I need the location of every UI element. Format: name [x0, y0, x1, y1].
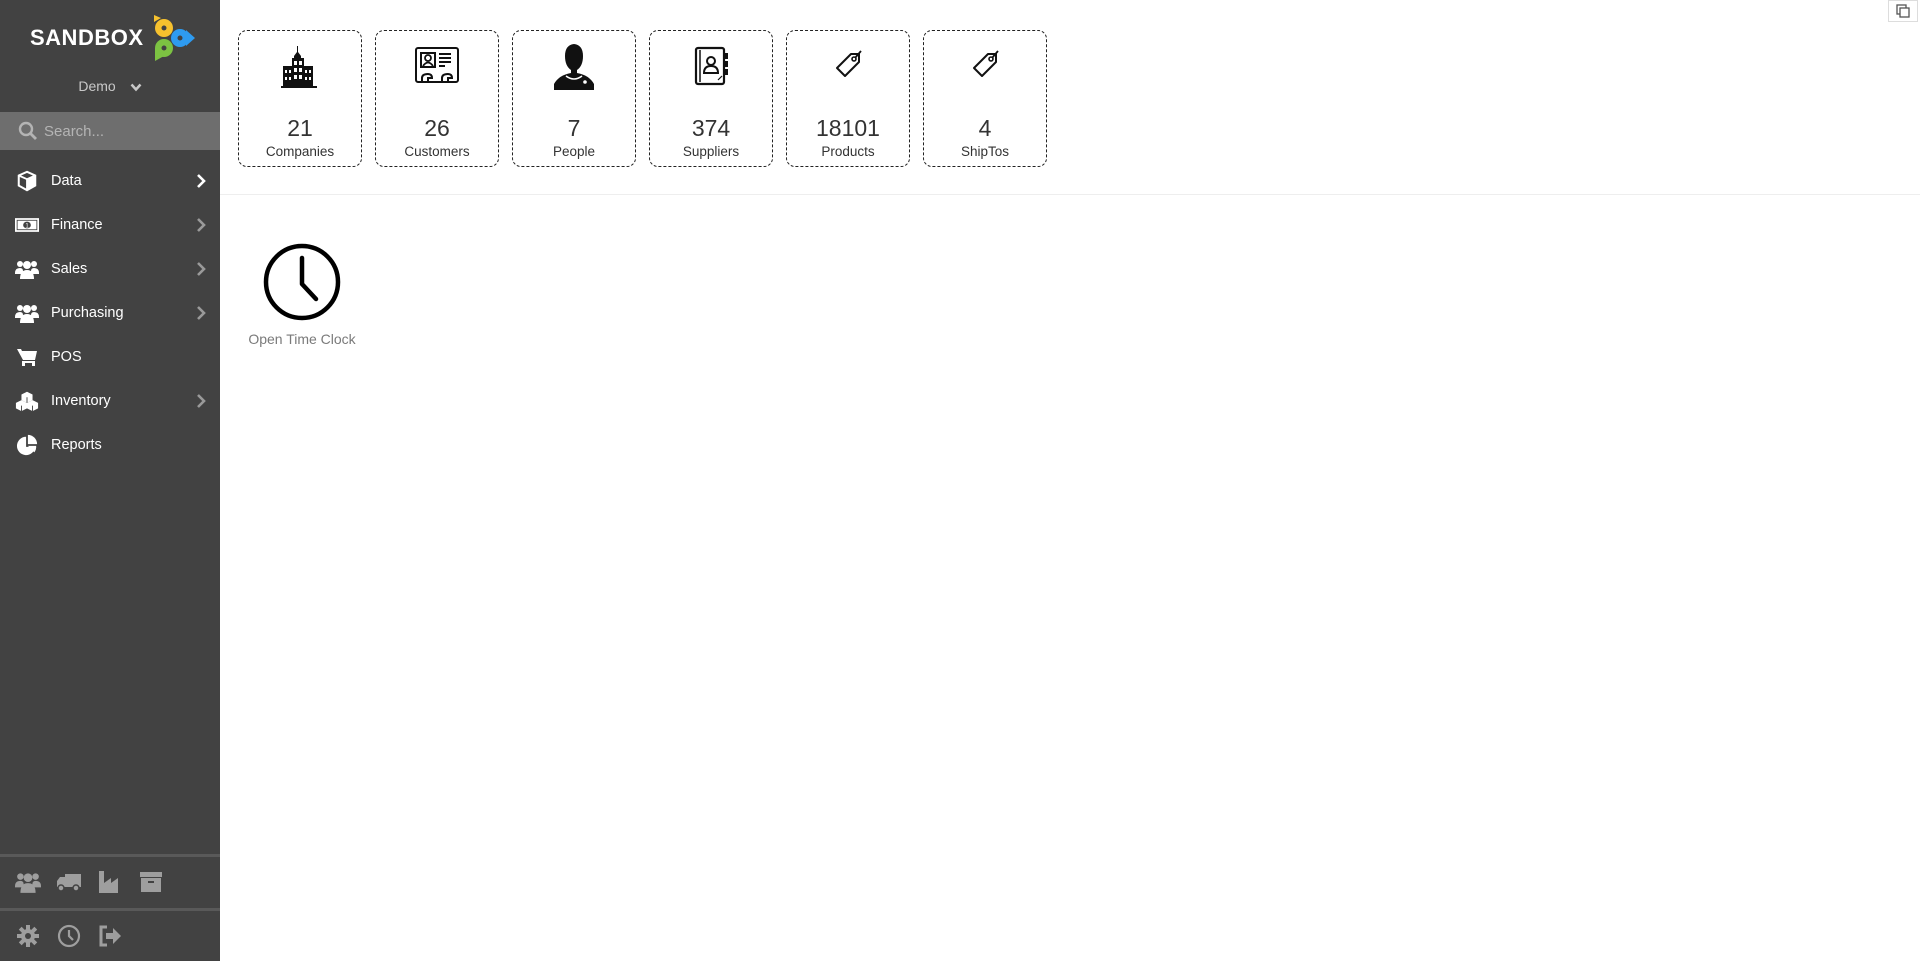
stat-label: Suppliers [682, 144, 740, 159]
cube-icon [17, 170, 37, 192]
truck-icon [57, 874, 81, 892]
restore-window-button[interactable] [1888, 0, 1918, 22]
sidebar: SANDBOX Demo Data 1 Finance [0, 0, 220, 961]
stat-card-shiptos[interactable]: 4 ShipTos [923, 30, 1047, 167]
stat-card-products[interactable]: 18101 Products [786, 30, 910, 167]
sidebar-item-label: Purchasing [51, 305, 124, 321]
clock-icon [263, 243, 341, 321]
sidebar-item-inventory[interactable]: Inventory [0, 379, 220, 423]
users-icon [15, 261, 39, 279]
sidebar-item-sales[interactable]: Sales [0, 247, 220, 291]
tenant-selector[interactable]: Demo [0, 78, 220, 94]
chevron-right-icon [197, 218, 206, 232]
stat-value: 21 [287, 115, 313, 141]
stat-card-suppliers[interactable]: 374 Suppliers [649, 30, 773, 167]
chevron-right-icon [197, 174, 206, 188]
boxes-icon [15, 391, 39, 412]
stat-value: 18101 [816, 115, 880, 141]
gear-icon [17, 925, 39, 947]
sign-out-button[interactable] [96, 923, 124, 949]
stat-value: 374 [691, 115, 731, 141]
stat-card-companies[interactable]: 21 Companies [238, 30, 362, 167]
main-content: 21 Companies 26 Customers 7 People 374 S… [220, 0, 1920, 961]
stat-label: People [552, 144, 596, 159]
clock-icon [57, 924, 81, 948]
stat-card-customers[interactable]: 26 Customers [375, 30, 499, 167]
factory-icon [99, 871, 118, 893]
cart-icon [17, 349, 37, 366]
address-book-icon [694, 46, 728, 86]
quick-link-truck[interactable] [55, 869, 83, 895]
chevron-right-icon [197, 394, 206, 408]
users-icon [15, 873, 41, 893]
stat-label: Customers [404, 144, 470, 159]
sidebar-item-label: Sales [51, 261, 88, 277]
stat-label: Products [821, 144, 875, 159]
logo-gears-icon [153, 15, 195, 61]
tenant-name: Demo [78, 78, 116, 94]
stat-value: 4 [978, 115, 992, 141]
person-icon [554, 44, 594, 90]
time-clock-button[interactable] [55, 923, 83, 949]
users-icon [15, 305, 39, 323]
sidebar-item-finance[interactable]: 1 Finance [0, 203, 220, 247]
settings-button[interactable] [14, 923, 42, 949]
stat-label: ShipTos [960, 144, 1010, 159]
chevron-right-icon [197, 306, 206, 320]
sidebar-divider [0, 854, 220, 857]
footer-links [14, 923, 137, 949]
restore-icon [1896, 4, 1910, 18]
quick-link-archive[interactable] [137, 869, 165, 895]
stat-label: Companies [265, 144, 335, 159]
stat-value: 7 [567, 115, 581, 141]
quick-link-users[interactable] [14, 869, 42, 895]
tile-label: Open Time Clock [248, 331, 356, 347]
sign-out-icon [99, 925, 121, 947]
sidebar-item-label: Reports [51, 437, 102, 453]
tag-icon [973, 50, 999, 77]
stat-value: 26 [424, 115, 450, 141]
sidebar-nav: Data 1 Finance Sales Purchasing POS Inve… [0, 159, 220, 467]
search-icon [18, 121, 37, 140]
search-bar [0, 112, 220, 150]
sidebar-divider [0, 908, 220, 911]
logo[interactable]: SANDBOX [30, 13, 196, 63]
search-input[interactable] [44, 122, 214, 140]
money-icon: 1 [15, 218, 39, 232]
open-time-clock-tile[interactable]: Open Time Clock [242, 240, 362, 347]
sidebar-item-purchasing[interactable]: Purchasing [0, 291, 220, 335]
chevron-down-icon [130, 83, 142, 92]
logo-text: SANDBOX [30, 25, 144, 50]
stat-card-people[interactable]: 7 People [512, 30, 636, 167]
section-divider [220, 194, 1920, 195]
sidebar-item-label: Inventory [51, 393, 111, 409]
sidebar-item-label: Data [51, 173, 82, 189]
sidebar-item-label: Finance [51, 217, 103, 233]
pie-chart-icon [16, 434, 38, 456]
sidebar-item-data[interactable]: Data [0, 159, 220, 203]
buildings-icon [281, 46, 317, 88]
chevron-right-icon [197, 262, 206, 276]
stats-cards: 21 Companies 26 Customers 7 People 374 S… [238, 30, 1060, 167]
quick-link-factory[interactable] [96, 869, 124, 895]
sidebar-item-reports[interactable]: Reports [0, 423, 220, 467]
tag-icon [836, 50, 862, 77]
sidebar-item-label: POS [51, 349, 82, 365]
id-card-icon [415, 47, 459, 83]
sidebar-item-pos[interactable]: POS [0, 335, 220, 379]
archive-icon [140, 872, 162, 892]
quick-links [14, 869, 178, 895]
